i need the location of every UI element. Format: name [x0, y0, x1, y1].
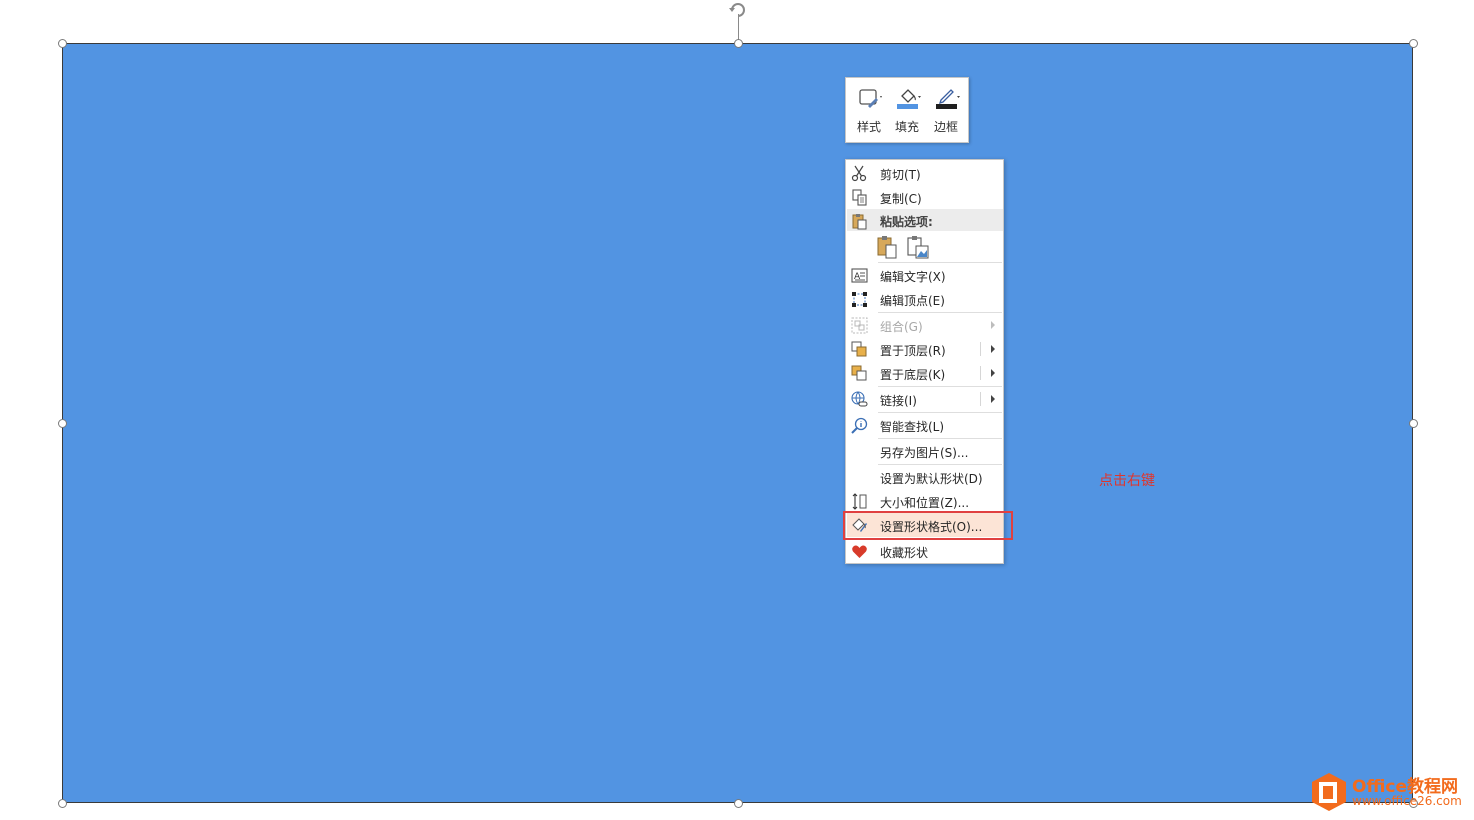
fill-label: 填充: [894, 120, 919, 134]
menu-item-favorite-shape[interactable]: 收藏形状: [847, 539, 1003, 563]
menu-label-edit-text: 编辑文字(X): [880, 270, 946, 284]
submenu-divider: [980, 392, 981, 406]
clipboard-icon: [852, 214, 867, 230]
svg-text:A: A: [854, 272, 861, 282]
menu-label-send-to-back: 置于底层(K): [880, 368, 946, 382]
menu-label-link: 链接(I): [880, 394, 917, 408]
submenu-arrow-icon[interactable]: [991, 369, 995, 377]
menu-item-edit-text[interactable]: A 编辑文字(X): [847, 263, 1003, 287]
menu-label-size-position: 大小和位置(Z)...: [880, 496, 970, 510]
paste-as-picture-icon[interactable]: [906, 235, 930, 259]
edit-text-icon: A: [851, 268, 868, 283]
menu-label-group: 组合(G): [880, 320, 923, 334]
resize-handle-top-center[interactable]: [734, 39, 743, 48]
bring-to-front-icon: [851, 341, 867, 357]
menu-label-paste-options: 粘贴选项:: [880, 215, 933, 229]
submenu-arrow-icon: [991, 321, 995, 329]
paste-keep-source-icon[interactable]: [876, 235, 898, 259]
menu-item-group[interactable]: 组合(G): [847, 313, 1003, 337]
menu-item-link[interactable]: 链接(I): [847, 387, 1003, 411]
office-logo-icon: [1312, 773, 1346, 811]
menu-item-smart-lookup[interactable]: 智能查找(L): [847, 413, 1003, 437]
resize-handle-top-right[interactable]: [1409, 39, 1418, 48]
submenu-arrow-icon[interactable]: [991, 345, 995, 353]
paste-option-buttons: [847, 232, 1003, 262]
resize-handle-top-left[interactable]: [58, 39, 67, 48]
menu-label-bring-to-front: 置于顶层(R): [880, 344, 946, 358]
paste-options-header: 粘贴选项:: [847, 209, 1003, 231]
highlight-box-format-shape: [843, 511, 1013, 540]
menu-label-cut: 剪切(T): [880, 168, 921, 182]
watermark: Office教程网 www.office26.com: [1310, 770, 1470, 814]
menu-label-smart-lookup: 智能查找(L): [880, 420, 945, 434]
submenu-divider: [980, 366, 981, 380]
menu-item-save-as-picture[interactable]: 另存为图片(S)...: [847, 439, 1003, 463]
menu-label-favorite-shape: 收藏形状: [880, 546, 929, 560]
size-position-icon: [852, 493, 867, 510]
submenu-divider: [980, 342, 981, 356]
send-to-back-icon: [851, 365, 867, 381]
paint-bucket-icon: [897, 89, 921, 109]
menu-item-edit-points[interactable]: 编辑顶点(E): [847, 287, 1003, 311]
menu-item-copy[interactable]: 复制(C): [847, 185, 1003, 209]
resize-handle-middle-left[interactable]: [58, 419, 67, 428]
style-button[interactable]: 样式: [850, 82, 888, 138]
resize-handle-bottom-left[interactable]: [58, 799, 67, 808]
border-button[interactable]: 边框: [927, 82, 965, 138]
border-label: 边框: [933, 120, 958, 134]
resize-handle-bottom-center[interactable]: [734, 799, 743, 808]
menu-item-bring-to-front[interactable]: 置于顶层(R): [847, 337, 1003, 361]
annotation-right-click: 点击右键: [1099, 473, 1155, 489]
menu-item-send-to-back[interactable]: 置于底层(K): [847, 361, 1003, 385]
fill-button[interactable]: 填充: [888, 82, 926, 138]
mini-toolbar: 样式 填充 边框: [845, 77, 969, 143]
menu-label-save-as-picture: 另存为图片(S)...: [880, 446, 969, 460]
selected-rectangle-shape[interactable]: [62, 43, 1413, 803]
copy-icon: [852, 189, 867, 206]
context-menu: 剪切(T) 复制(C) 粘贴选项: A 编辑文字(X) 编辑顶点(E) 组合(G…: [845, 159, 1004, 564]
menu-label-set-default-shape: 设置为默认形状(D): [880, 472, 983, 486]
menu-label-copy: 复制(C): [880, 192, 922, 206]
menu-item-cut[interactable]: 剪切(T): [847, 161, 1003, 185]
watermark-url: www.office26.com: [1352, 794, 1462, 808]
menu-label-edit-points: 编辑顶点(E): [880, 294, 945, 308]
pen-outline-icon: [936, 89, 960, 109]
shape-style-icon: [859, 89, 882, 108]
link-globe-icon: [851, 391, 868, 407]
submenu-arrow-icon[interactable]: [991, 395, 995, 403]
heart-icon: [852, 545, 867, 558]
resize-handle-middle-right[interactable]: [1409, 419, 1418, 428]
rotate-icon[interactable]: [728, 0, 748, 18]
menu-item-set-default-shape[interactable]: 设置为默认形状(D): [847, 465, 1003, 489]
style-label: 样式: [856, 120, 881, 134]
menu-item-size-position[interactable]: 大小和位置(Z)...: [847, 489, 1003, 513]
group-icon: [851, 317, 868, 334]
smart-lookup-icon: [851, 417, 868, 434]
edit-points-icon: [852, 292, 867, 307]
scissors-icon: [851, 165, 867, 182]
